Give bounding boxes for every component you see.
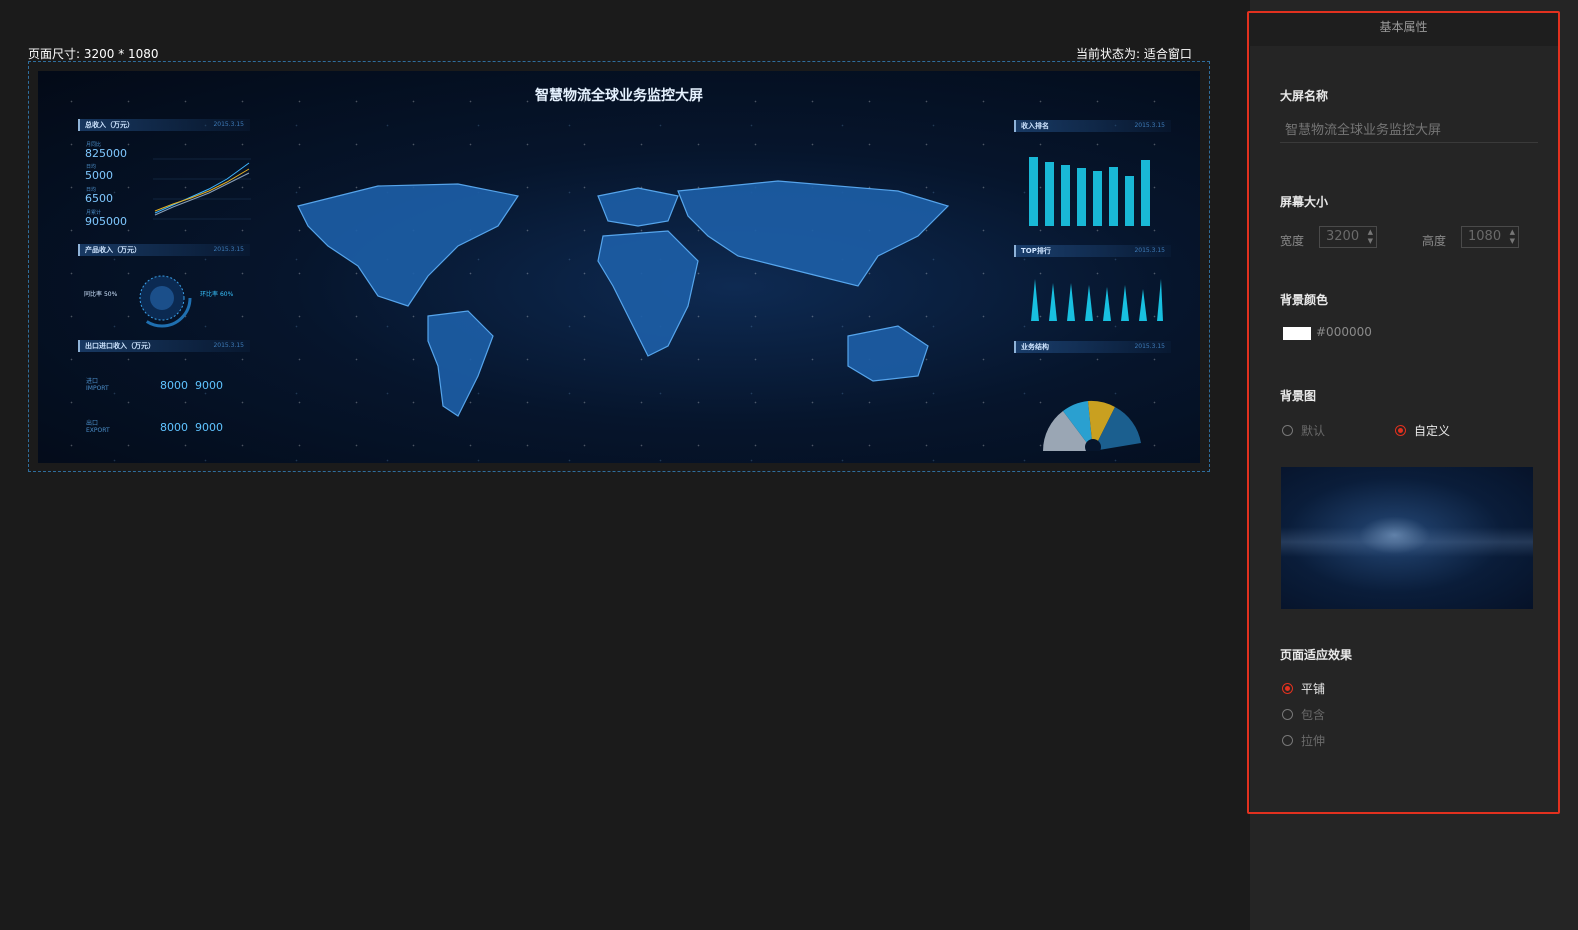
panel-income-rank: 收入排名 2015.3.15	[1014, 120, 1171, 132]
trade-export-label: 出口 EXPORT	[86, 420, 110, 434]
panel-top-rank: TOP排行 2015.3.15	[1014, 245, 1171, 257]
panel-business-structure: 业务结构 2015.3.15	[1014, 341, 1171, 353]
fit-tile-radio[interactable]	[1282, 683, 1293, 694]
panel-total-income: 总收入（万元） 2015.3.15	[78, 119, 250, 131]
bg-custom-label[interactable]: 自定义	[1414, 422, 1450, 439]
fit-stretch-label[interactable]: 拉伸	[1301, 732, 1325, 749]
trade-export-v1: 8000	[160, 421, 188, 434]
panel-import-export: 出口进口收入（万元） 2015.3.15	[78, 340, 250, 352]
bg-color-label: 背景颜色	[1280, 293, 1329, 307]
width-stepper-icon[interactable]: ▲ ▼	[1368, 228, 1373, 246]
bg-color-value[interactable]: #000000	[1316, 325, 1372, 339]
gauge-right: 环比率 60%	[200, 291, 234, 298]
fit-state-label: 当前状态为: 适合窗口	[1076, 47, 1192, 61]
trade-export-v2: 9000	[195, 421, 223, 434]
height-input[interactable]: 1080 ▲ ▼	[1461, 226, 1519, 248]
dashboard-title: 智慧物流全球业务监控大屏	[535, 88, 703, 104]
page-size-label: 页面尺寸: 3200 * 1080	[28, 47, 159, 61]
screen-name-label: 大屏名称	[1280, 89, 1329, 103]
screen-name-input[interactable]	[1280, 119, 1538, 143]
top-rank-chart	[1031, 279, 1163, 321]
height-stepper-icon[interactable]: ▲ ▼	[1510, 228, 1515, 246]
income-gauge	[132, 268, 192, 328]
width-label: 宽度	[1280, 234, 1305, 248]
bg-custom-radio[interactable]	[1395, 425, 1406, 436]
kpi-value: 5000	[85, 169, 113, 182]
fit-stretch-radio[interactable]	[1282, 735, 1293, 746]
properties-header: 基本属性	[1249, 13, 1558, 46]
income-rank-bar-chart	[1029, 157, 1150, 226]
width-input[interactable]: 3200 ▲ ▼	[1319, 226, 1377, 248]
bg-image-thumbnail[interactable]	[1281, 467, 1533, 609]
kpi-value: 6500	[85, 192, 113, 205]
trade-import-label: 进口 IMPORT	[86, 378, 109, 392]
height-label: 高度	[1422, 234, 1447, 248]
trade-import-v2: 9000	[195, 379, 223, 392]
fit-tile-label[interactable]: 平铺	[1301, 680, 1325, 697]
fit-contain-label[interactable]: 包含	[1301, 706, 1325, 723]
gauge-left: 同比率 50%	[84, 291, 118, 298]
properties-panel: 基本属性 大屏名称 屏幕大小 宽度 3200 ▲▼ 高度 1080 ▲▼ 背景颜…	[1247, 11, 1560, 814]
fit-contain-radio[interactable]	[1282, 709, 1293, 720]
panel-product-income: 产品收入（万元） 2015.3.15	[78, 244, 250, 256]
screen-size-label: 屏幕大小	[1280, 195, 1329, 209]
income-line-chart	[153, 158, 251, 220]
business-structure-chart	[1043, 400, 1141, 451]
kpi-value: 825000	[85, 147, 127, 160]
kpi-value: 905000	[85, 215, 127, 228]
world-map-image	[297, 180, 950, 417]
bg-default-radio[interactable]	[1282, 425, 1293, 436]
bg-default-label[interactable]: 默认	[1301, 422, 1325, 439]
bg-color-swatch[interactable]	[1283, 327, 1311, 340]
trade-import-v1: 8000	[160, 379, 188, 392]
dashboard-preview[interactable]: 智慧物流全球业务监控大屏 总收入（万元） 2015.3.15 月同比 825000…	[38, 71, 1200, 463]
fit-effect-label: 页面适应效果	[1280, 648, 1353, 662]
bg-image-label: 背景图	[1280, 389, 1317, 403]
